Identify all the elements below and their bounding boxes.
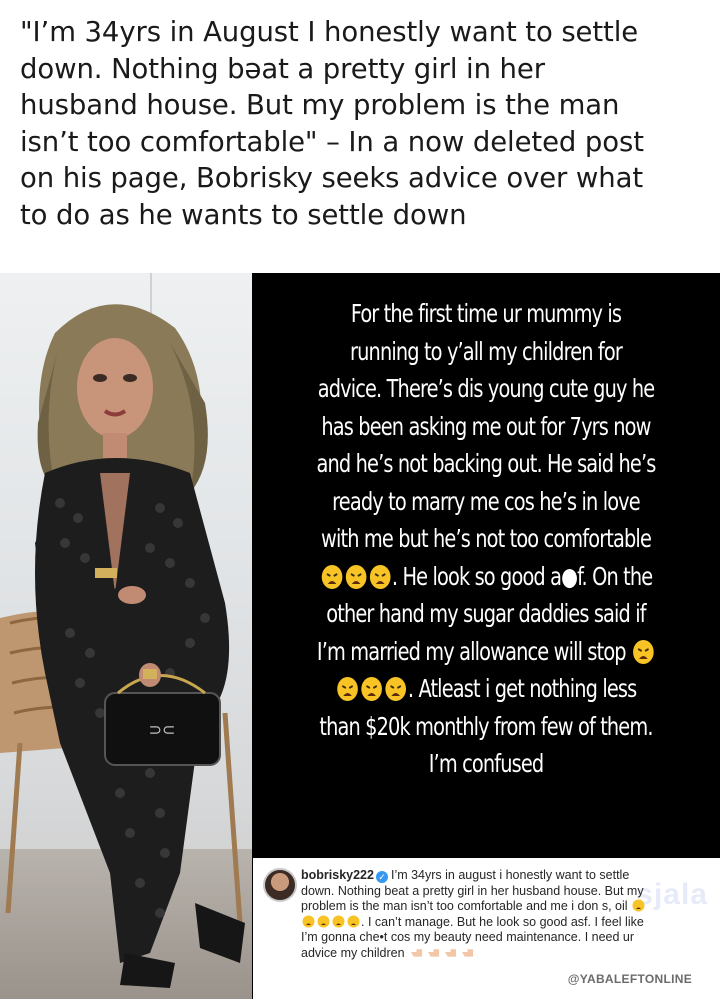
verified-badge-icon: ✓ [375, 871, 388, 883]
story-line-text: I’m married my allowance will stop [316, 636, 627, 666]
weary-face-icon [369, 564, 391, 589]
headline-line: down. Nothing bəat a pretty girl in her [20, 52, 545, 85]
story-line: has been asking me out for 7yrs now [321, 411, 651, 441]
story-line: I’m confused [428, 749, 544, 778]
story-line: and he’s not backing out. He said he’s [316, 449, 657, 478]
caption-line: . I can’t manage. But he look so good as… [301, 915, 711, 931]
source-watermark: @YABALEFTONLINE [567, 972, 692, 986]
story-text: For the first time ur mummy is running t… [266, 295, 706, 783]
person-photo: ⊃⊂ [0, 273, 252, 999]
pointing-hand-icon [410, 949, 423, 957]
weary-face-icon [632, 639, 654, 664]
caption-line-text: I’m 34yrs in august i honestly want to s… [390, 868, 630, 882]
story-line: ready to marry me cos he’s in love [332, 486, 641, 516]
caption-line-text: advice my children [301, 945, 405, 960]
story-line-with-emoji: . He look so good a●f. On the [297, 558, 675, 596]
weary-face-icon [347, 915, 360, 928]
weary-face-icon [345, 564, 367, 589]
headline-line: isn’t too comfortable" – In a now delete… [20, 125, 644, 158]
story-line: with me but he’s not too comfortable [321, 524, 652, 553]
pointing-hand-icon [444, 949, 457, 957]
weary-face-icon [632, 899, 645, 912]
weary-face-icon [317, 915, 330, 928]
svg-text:⊃⊂: ⊃⊂ [149, 720, 176, 739]
story-line: For the first time ur mummy is [350, 299, 622, 328]
story-line: running to y’all my children for [350, 336, 623, 366]
story-line-text: . Atleast i get nothing less [407, 674, 637, 703]
headline-line: husband house. But my problem is the man [20, 89, 620, 121]
caption-line: bobrisky222 ✓ I’m 34yrs in august i honest… [301, 868, 711, 884]
weary-face-icon [302, 915, 315, 928]
story-line-with-emoji: I’m married my allowance will stop [297, 633, 675, 671]
avatar[interactable] [263, 868, 297, 902]
caption-line-text: . I can’t manage. But he look so good as… [361, 914, 644, 929]
instagram-caption-card: sjala bobrisky222 ✓ I’m 34yrs in august i … [253, 858, 720, 999]
weary-face-icon [332, 915, 345, 928]
weary-face-icon [337, 677, 359, 701]
caption-text: bobrisky222 ✓ I’m 34yrs in august i honest… [301, 868, 711, 962]
story-line-with-emoji: . Atleast i get nothing less [297, 670, 675, 708]
story-line: advice. There’s dis young cute guy he [317, 374, 655, 403]
caption-line-text: problem is the man isn’t too comfortable… [301, 899, 628, 914]
article-headline: "I’m 34yrs in August I honestly want to … [20, 14, 710, 233]
pointing-hand-icon [461, 949, 474, 957]
headline-line: on his page, Bobrisky seeks advice over … [20, 162, 644, 194]
caption-line: down. Nothing beat a pretty girl in her … [301, 883, 644, 898]
pointing-hand-icon [427, 949, 440, 957]
username-link[interactable]: bobrisky222 [301, 868, 374, 882]
weary-face-icon [361, 677, 383, 701]
headline-line: "I’m 34yrs in August I honestly want to … [20, 16, 639, 48]
person-illustration: ⊃⊂ [0, 304, 245, 988]
story-line: other hand my sugar daddies said if [326, 599, 646, 628]
caption-line: problem is the man isn’t too comfortable… [301, 899, 711, 915]
headline-line: to do as he wants to settle down [20, 198, 467, 231]
caption-line: I’m gonna che•t cos my beauty need maint… [301, 930, 635, 945]
weary-face-icon [321, 564, 343, 589]
instagram-story-screenshot: ⊃⊂ For the first time ur mummy is runnin… [0, 273, 720, 999]
story-line: than $20k monthly from few of them. [319, 711, 653, 741]
weary-face-icon [385, 677, 407, 701]
story-line-text: . He look so good a●f. On the [391, 561, 653, 591]
caption-line: advice my children [301, 946, 711, 962]
